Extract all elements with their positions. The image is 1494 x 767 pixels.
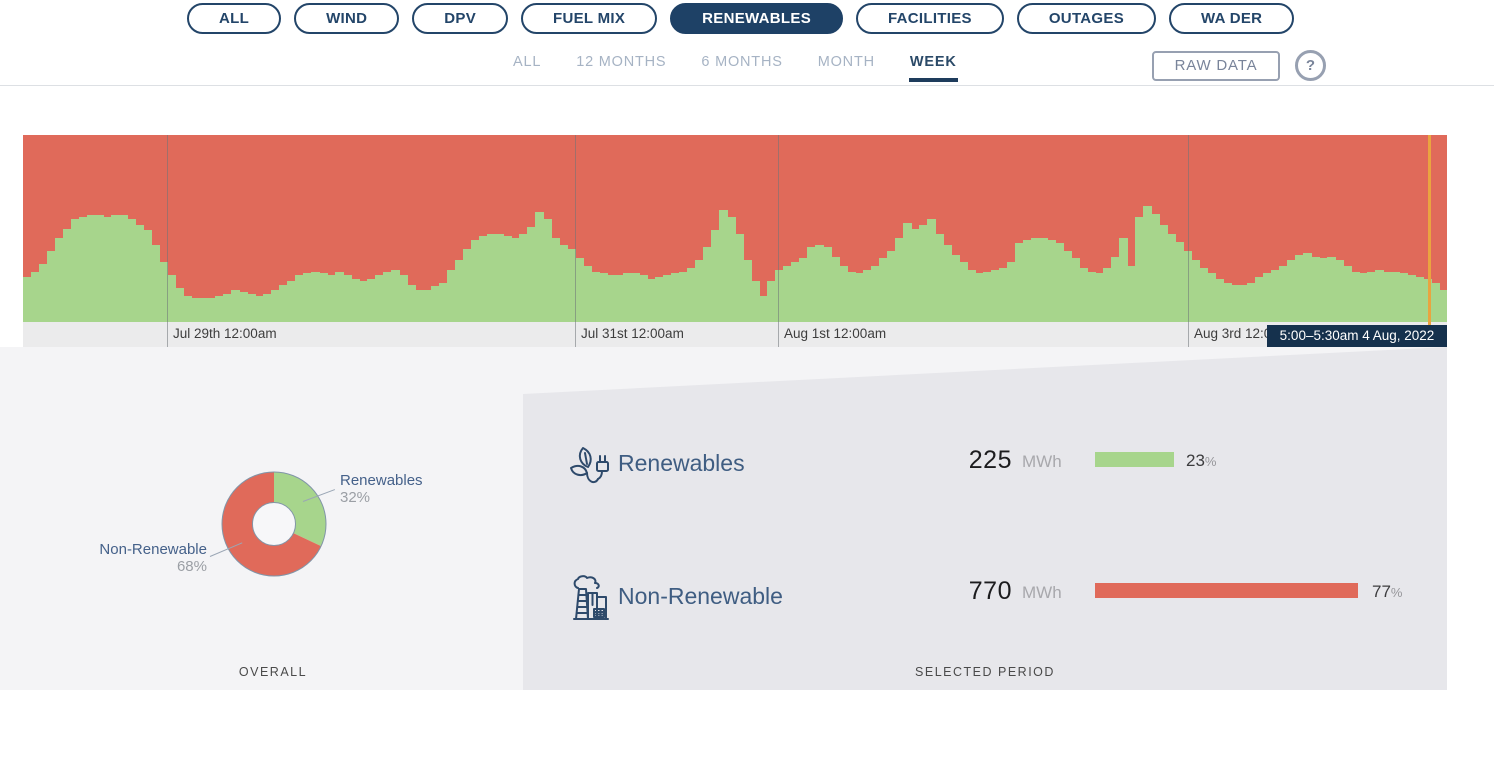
header-divider (0, 85, 1494, 86)
selected-nonrenewable-pct: 77% (1372, 582, 1402, 602)
selected-renewables-unit: MWh (1022, 452, 1062, 472)
filter-nav: ALL WIND DPV FUEL MIX RENEWABLES FACILITIES OU… (187, 3, 1294, 34)
donut-label-nonrenewable: Non-Renewable (60, 541, 207, 558)
selected-nonrenewable-label: Non-Renewable (618, 583, 783, 610)
renewables-area-bar (1439, 290, 1447, 322)
timeline-axis: Jul 29th 12:00am Jul 31st 12:00am Aug 1st … (23, 322, 1447, 347)
donut-label-renewables: Renewables (340, 472, 423, 489)
tab-week[interactable]: WEEK (909, 48, 958, 82)
filter-all[interactable]: ALL (187, 3, 281, 34)
selected-renewables-bar (1095, 452, 1174, 467)
pct-sign: % (1391, 585, 1403, 600)
selected-renewables-pct: 23% (1186, 451, 1216, 471)
timeline-axis-label: Aug 1st 12:00am (784, 326, 886, 341)
selected-period-panel (0, 347, 1447, 690)
donut-hole (253, 503, 296, 546)
toolbar-right: RAW DATA ? (1152, 50, 1326, 81)
tab-all[interactable]: ALL (512, 48, 542, 82)
filter-dpv[interactable]: DPV (412, 3, 508, 34)
timeline-axis-label: Jul 29th 12:00am (173, 326, 277, 341)
selected-period-title: SELECTED PERIOD (885, 665, 1085, 679)
selected-renewables-label: Renewables (618, 450, 745, 477)
timeline-axis-label: Jul 31st 12:00am (581, 326, 684, 341)
selected-nonrenewable-unit: MWh (1022, 583, 1062, 603)
raw-data-button[interactable]: RAW DATA (1152, 51, 1280, 81)
summary-section: Renewables 32% Non-Renewable 68% OVERALL… (0, 347, 1447, 690)
filter-renewables[interactable]: RENEWABLES (670, 3, 843, 34)
timeline-gridline (1188, 135, 1189, 347)
filter-wa-der[interactable]: WA DER (1169, 3, 1294, 34)
donut-pct-nonrenewable: 68% (60, 558, 207, 575)
leaf-plug-icon (568, 446, 614, 490)
filter-outages[interactable]: OUTAGES (1017, 3, 1156, 34)
pct-number: 23 (1186, 451, 1205, 470)
selected-nonrenewable-bar (1095, 583, 1358, 598)
tab-6-months[interactable]: 6 MONTHS (700, 48, 783, 82)
timeline-chart: Jul 29th 12:00am Jul 31st 12:00am Aug 1st … (23, 135, 1447, 347)
pct-number: 77 (1372, 582, 1391, 601)
period-tabs: ALL 12 MONTHS 6 MONTHS MONTH WEEK (512, 48, 958, 82)
selected-nonrenewable-value: 770 (892, 577, 1012, 606)
help-icon[interactable]: ? (1295, 50, 1326, 81)
donut-pct-renewables: 32% (340, 489, 370, 506)
filter-fuel-mix[interactable]: FUEL MIX (521, 3, 657, 34)
timeline-gridline (575, 135, 576, 347)
overall-title: OVERALL (173, 665, 373, 679)
pct-sign: % (1205, 454, 1217, 469)
timeline-plot[interactable] (23, 135, 1447, 322)
overall-donut-chart (220, 470, 328, 578)
timeline-gridline (167, 135, 168, 347)
filter-facilities[interactable]: FACILITIES (856, 3, 1004, 34)
factory-icon (566, 575, 614, 623)
selected-renewables-value: 225 (892, 446, 1012, 475)
filter-wind[interactable]: WIND (294, 3, 399, 34)
selected-time-tooltip: 5:00–5:30am 4 Aug, 2022 (1267, 325, 1447, 347)
selected-time-marker[interactable] (1428, 135, 1431, 325)
tab-month[interactable]: MONTH (817, 48, 876, 82)
tab-12-months[interactable]: 12 MONTHS (575, 48, 667, 82)
timeline-gridline (778, 135, 779, 347)
